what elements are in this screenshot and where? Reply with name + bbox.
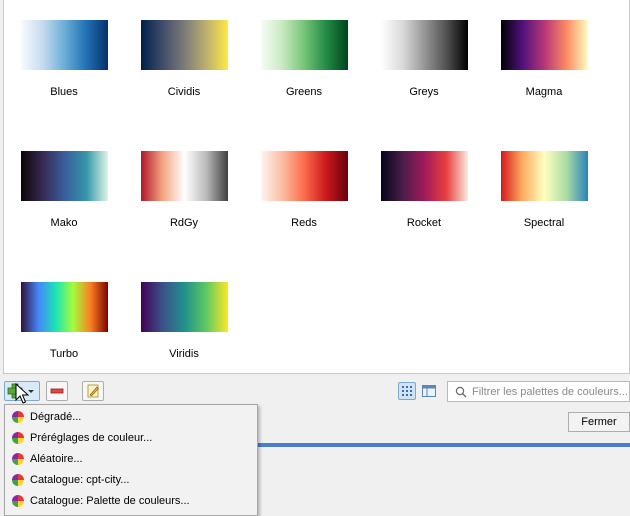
ramp-item-mako[interactable]: Mako	[4, 131, 124, 251]
ramp-swatch	[261, 20, 348, 70]
color-wheel-icon	[12, 411, 24, 423]
add-menu-item[interactable]: Préréglages de couleur...	[6, 428, 256, 449]
ramp-item-turbo[interactable]: Turbo	[4, 262, 124, 382]
add-menu-item-label: Dégradé...	[30, 411, 82, 423]
add-menu-item[interactable]: Aléatoire...	[6, 449, 256, 470]
color-wheel-icon	[12, 474, 24, 486]
ramp-label: Greys	[409, 86, 439, 98]
add-menu-item[interactable]: Dégradé...	[6, 407, 256, 428]
ramp-label: Spectral	[523, 217, 565, 229]
icon-grid-icon	[402, 386, 412, 396]
ramp-item-cividis[interactable]: Cividis	[124, 0, 244, 120]
filter-input[interactable]	[472, 383, 628, 400]
color-ramp-grid: Blues Cividis Greens Greys Magma Mako RdGy Reds…	[3, 0, 630, 374]
ramp-item-greens[interactable]: Greens	[244, 0, 364, 120]
filter-field[interactable]	[447, 381, 630, 402]
pencil-icon	[87, 384, 99, 398]
ramp-item-rocket[interactable]: Rocket	[364, 131, 484, 251]
ramp-swatch	[21, 282, 108, 332]
add-menu-item-label: Aléatoire...	[30, 453, 83, 465]
ramp-label: Magma	[525, 86, 563, 98]
ramp-label: Rocket	[406, 217, 442, 229]
ramp-swatch	[141, 151, 228, 201]
close-button[interactable]: Fermer	[568, 412, 630, 432]
ramp-item-viridis[interactable]: Viridis	[124, 262, 244, 382]
ramp-swatch	[21, 20, 108, 70]
add-menu-item-label: Catalogue: Palette de couleurs...	[30, 495, 190, 507]
ramp-label: Greens	[285, 86, 323, 98]
ramp-label: Blues	[50, 86, 78, 98]
color-wheel-icon	[12, 495, 24, 507]
icon-view-button[interactable]	[398, 382, 416, 400]
color-wheel-icon	[12, 432, 24, 444]
add-ramp-menu: Dégradé... Préréglages de couleur... Aléat…	[4, 404, 258, 516]
mouse-cursor-icon	[15, 383, 29, 404]
ramp-swatch	[141, 282, 228, 332]
ramp-swatch	[261, 151, 348, 201]
ramp-item-magma[interactable]: Magma	[484, 0, 604, 120]
add-menu-item-label: Catalogue: cpt-city...	[30, 474, 130, 486]
ramp-swatch	[381, 20, 468, 70]
remove-ramp-button[interactable]	[46, 381, 68, 401]
ramp-swatch	[381, 151, 468, 201]
ramp-swatch	[501, 20, 588, 70]
ramp-swatch	[141, 20, 228, 70]
ramp-item-reds[interactable]: Reds	[244, 131, 364, 251]
add-menu-item[interactable]: Catalogue: cpt-city...	[6, 470, 256, 491]
ramp-item-spectral[interactable]: Spectral	[484, 131, 604, 251]
minus-icon	[50, 388, 64, 394]
list-view-icon	[422, 385, 436, 397]
accent-bar	[258, 443, 630, 447]
add-menu-item[interactable]: Catalogue: Palette de couleurs...	[6, 491, 256, 512]
edit-ramp-button[interactable]	[82, 381, 104, 401]
ramp-item-greys[interactable]: Greys	[364, 0, 484, 120]
ramp-label: RdGy	[169, 217, 199, 229]
ramp-swatch	[501, 151, 588, 201]
ramp-label: Turbo	[49, 348, 79, 360]
ramp-label: Mako	[50, 217, 78, 229]
ramp-label: Reds	[291, 217, 317, 229]
add-menu-item-label: Préréglages de couleur...	[30, 432, 153, 444]
color-wheel-icon	[12, 453, 24, 465]
list-view-button[interactable]	[420, 382, 438, 400]
ramp-item-blues[interactable]: Blues	[4, 0, 124, 120]
ramp-swatch	[21, 151, 108, 201]
ramp-label: Viridis	[169, 348, 199, 360]
ramp-item-rdgy[interactable]: RdGy	[124, 131, 244, 251]
ramp-label: Cividis	[167, 86, 201, 98]
search-icon	[455, 386, 467, 398]
